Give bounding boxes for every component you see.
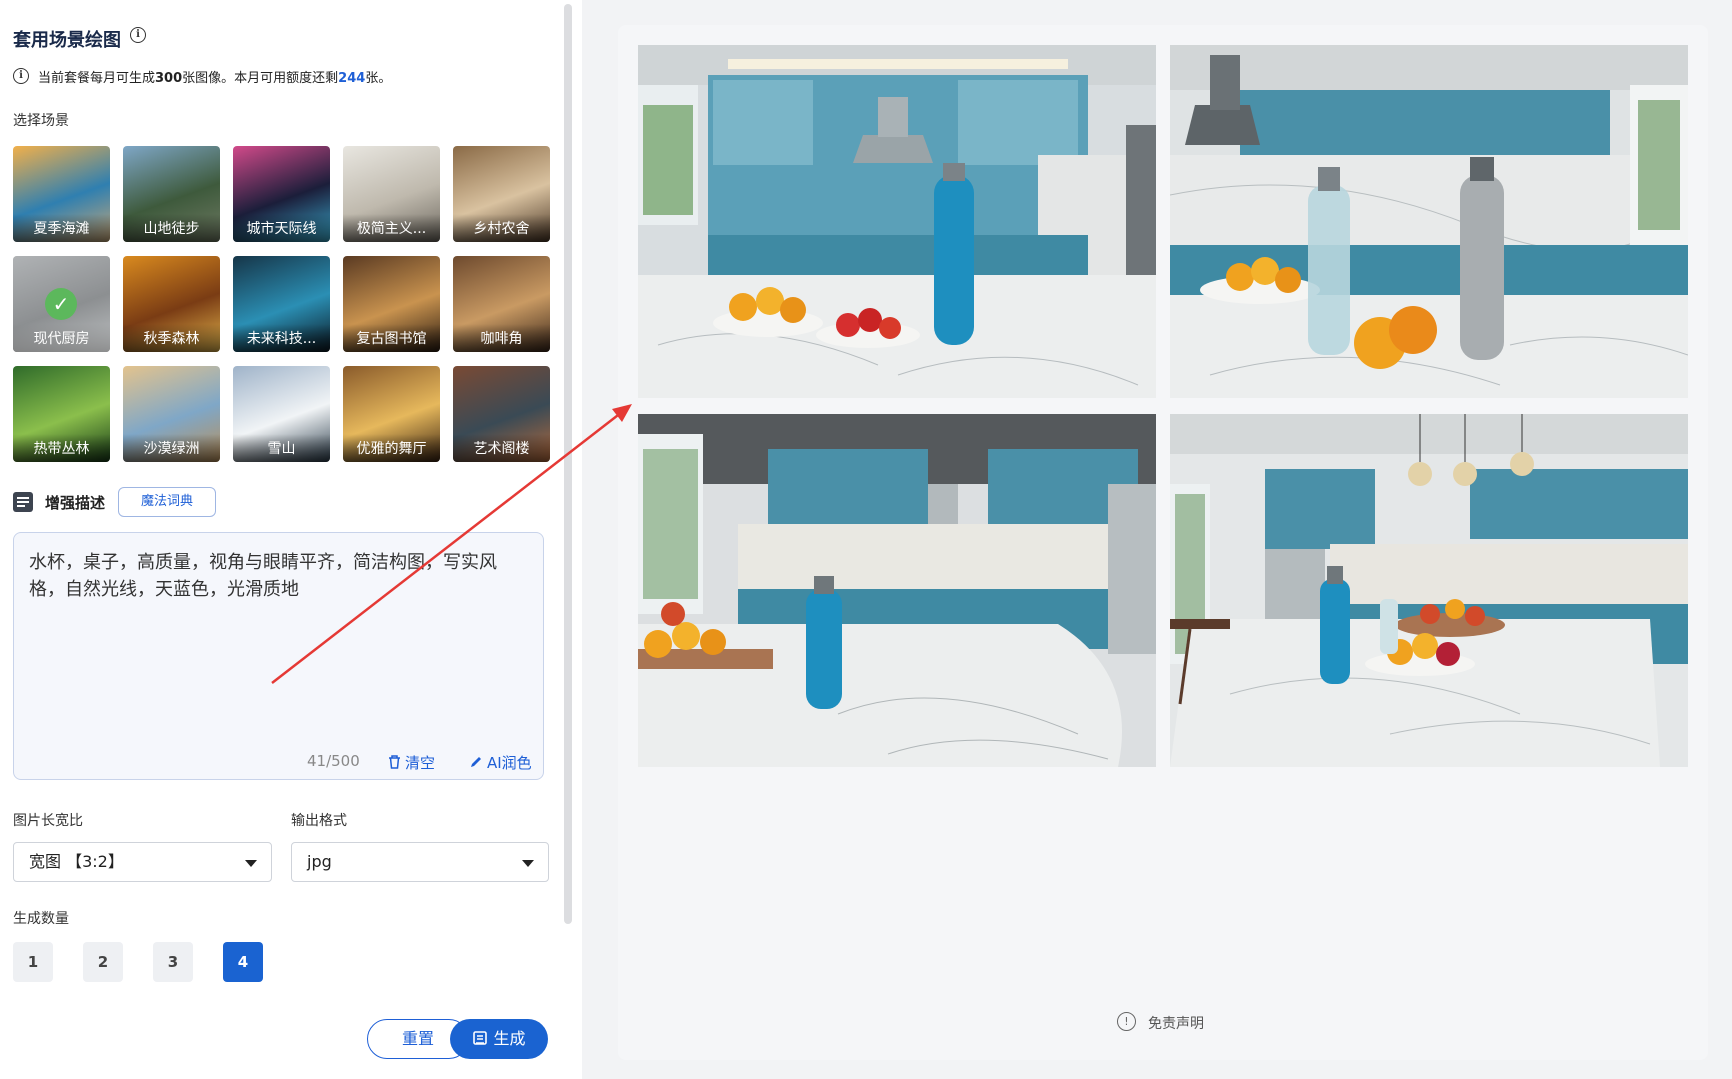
quantity-label: 生成数量 [13,911,69,927]
chevron-down-icon [522,860,534,867]
scene-label: 极简主义... [343,214,440,242]
quota-suffix: 张。 [365,71,392,86]
quantity-option-2[interactable]: 2 [83,942,123,982]
scene-farmhouse[interactable]: 乡村农舍 [453,146,550,242]
left-panel: 套用场景绘图 i i 当前套餐每月可生成300张图像。本月可用额度还剩244张。… [0,0,582,1079]
quota-remaining: 244 [338,71,366,86]
scene-mountain[interactable]: 山地徒步 [123,146,220,242]
char-count: 41/500 [307,752,360,770]
scene-label: 未来科技... [233,324,330,352]
scene-jungle[interactable]: 热带丛林 [13,366,110,462]
pen-icon [471,757,481,767]
scene-label: 咖啡角 [453,324,550,352]
quota-monthly: 300 [155,71,183,86]
scene-label: 山地徒步 [123,214,220,242]
quantity-option-4[interactable]: 4 [223,942,263,982]
left-scrollbar[interactable] [564,4,572,924]
result-image-3[interactable] [638,414,1156,767]
quota-text: 当前套餐每月可生成300张图像。本月可用额度还剩244张。 [38,67,391,86]
result-image-2[interactable] [1170,45,1688,398]
format-value: jpg [307,852,332,871]
scene-label: 乡村农舍 [453,214,550,242]
trash-icon [389,755,400,769]
scene-label: 热带丛林 [13,434,110,462]
clear-button[interactable]: 清空 [388,752,435,773]
magic-dictionary-button[interactable]: 魔法词典 [118,487,216,517]
scene-tech[interactable]: 未来科技... [233,256,330,352]
scene-minimal[interactable]: 极简主义... [343,146,440,242]
document-icon [13,492,33,512]
scene-beach[interactable]: 夏季海滩 [13,146,110,242]
quota-mid: 张图像。本月可用额度还剩 [182,71,339,86]
scene-label: 秋季森林 [123,324,220,352]
generate-icon [473,1031,488,1045]
enhance-label: 增强描述 [45,494,106,512]
scene-loft[interactable]: 艺术阁楼 [453,366,550,462]
scene-kitchen[interactable]: ✓ 现代厨房 [13,256,110,352]
scene-label: 选择场景 [13,113,69,129]
info-icon[interactable]: i [130,27,146,43]
ratio-select[interactable]: 宽图 【3:2】 [13,842,272,882]
scene-label: 雪山 [233,434,330,462]
scene-ballroom[interactable]: 优雅的舞厅 [343,366,440,462]
disclaimer-link[interactable]: 免责声明 [1148,1013,1204,1033]
scene-label: 城市天际线 [233,214,330,242]
generate-label: 生成 [493,1029,526,1048]
ai-polish-label: AI润色 [487,754,532,772]
clear-label: 清空 [405,754,436,772]
quantity-option-1[interactable]: 1 [13,942,53,982]
chevron-down-icon [245,860,257,867]
page-title: 套用场景绘图 [13,30,121,51]
scene-forest[interactable]: 秋季森林 [123,256,220,352]
ratio-value: 宽图 【3:2】 [29,852,124,871]
format-select[interactable]: jpg [291,842,549,882]
scene-label: 沙漠绿洲 [123,434,220,462]
prompt-textarea[interactable]: 水杯，桌子，高质量，视角与眼睛平齐，简洁构图，写实风格，自然光线，天蓝色，光滑质… [13,532,544,780]
scene-desert[interactable]: 沙漠绿洲 [123,366,220,462]
alert-icon: ! [1117,1012,1136,1031]
scene-label: 复古图书馆 [343,324,440,352]
scene-cafe[interactable]: 咖啡角 [453,256,550,352]
result-image-4[interactable] [1170,414,1688,767]
scene-library[interactable]: 复古图书馆 [343,256,440,352]
scene-label: 优雅的舞厅 [343,434,440,462]
scene-label: 现代厨房 [13,324,110,352]
checkmark-icon: ✓ [45,288,77,320]
prompt-text[interactable]: 水杯，桌子，高质量，视角与眼睛平齐，简洁构图，写实风格，自然光线，天蓝色，光滑质… [29,549,529,603]
generate-button[interactable]: 生成 [450,1019,548,1059]
quantity-option-3[interactable]: 3 [153,942,193,982]
scene-snow[interactable]: 雪山 [233,366,330,462]
scene-label: 夏季海滩 [13,214,110,242]
quota-prefix: 当前套餐每月可生成 [38,71,156,86]
scene-label: 艺术阁楼 [453,434,550,462]
info-icon: i [13,68,29,84]
format-label: 输出格式 [291,813,347,829]
scene-city[interactable]: 城市天际线 [233,146,330,242]
ai-polish-button[interactable]: AI润色 [469,752,532,773]
result-image-1[interactable] [638,45,1156,398]
ratio-label: 图片长宽比 [13,813,83,829]
